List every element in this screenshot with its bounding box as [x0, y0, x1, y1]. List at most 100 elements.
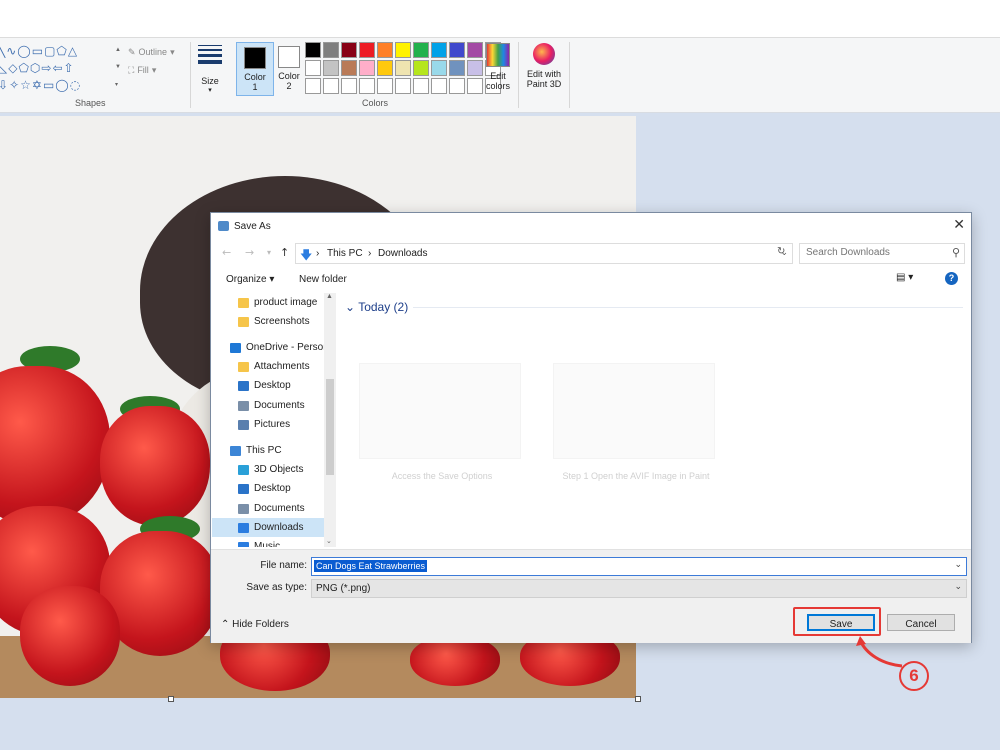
fill-button[interactable]: ⛶ Fill ▾ — [128, 61, 175, 79]
change-view-icon[interactable]: ▤ ▾ — [896, 272, 913, 283]
file-item[interactable]: Step 1 Open the AVIF Image in Paint — [553, 363, 719, 481]
help-icon[interactable]: ? — [945, 272, 958, 285]
size-button[interactable]: Size ▾ — [196, 42, 224, 94]
hexagon-shape-icon[interactable]: ⬡ — [30, 61, 40, 75]
line-shape-icon[interactable]: ╲ — [0, 44, 5, 58]
custom-color-slot[interactable] — [341, 78, 357, 94]
nav-item-desktop[interactable]: Desktop — [212, 479, 324, 498]
palette-swatch[interactable] — [467, 60, 483, 76]
nav-item-pictures[interactable]: Pictures — [212, 415, 324, 434]
search-input[interactable] — [800, 244, 952, 261]
nav-item-attachments[interactable]: Attachments — [212, 357, 324, 376]
color2-button[interactable]: Color 2 — [271, 42, 307, 94]
custom-color-slot[interactable] — [395, 78, 411, 94]
scroll-up-icon[interactable]: ▲ — [326, 293, 333, 300]
oval-callout-shape-icon[interactable]: ◯ — [55, 78, 68, 92]
outline-button[interactable]: ✎ Outline ▾ — [128, 43, 175, 61]
cloud-callout-shape-icon[interactable]: ◌ — [70, 78, 80, 92]
palette-swatch[interactable] — [377, 60, 393, 76]
palette-swatch[interactable] — [413, 42, 429, 58]
close-icon[interactable]: ✕ — [953, 217, 965, 233]
dialog-titlebar[interactable]: Save As ✕ — [211, 213, 971, 239]
nav-item-desktop[interactable]: Desktop — [212, 376, 324, 395]
palette-swatch[interactable] — [395, 42, 411, 58]
scroll-down-icon[interactable]: ⌄ — [326, 537, 332, 545]
oval-shape-icon[interactable]: ◯ — [17, 44, 30, 58]
polygon-shape-icon[interactable]: ⬠ — [56, 44, 66, 58]
palette-swatch[interactable] — [449, 60, 465, 76]
hide-folders-button[interactable]: ⌃ Hide Folders — [221, 619, 289, 630]
custom-color-slot[interactable] — [413, 78, 429, 94]
shapes-scroll-up-icon[interactable]: ▲ — [115, 47, 121, 53]
file-name-input[interactable]: Can Dogs Eat Strawberries ⌄ — [311, 557, 967, 576]
palette-swatch[interactable] — [395, 60, 411, 76]
six-point-star-shape-icon[interactable]: ✡ — [32, 78, 42, 92]
group-header[interactable]: ⌄ Today (2) — [345, 300, 408, 314]
nav-item-product-image[interactable]: product image — [212, 293, 324, 312]
custom-color-slot[interactable] — [377, 78, 393, 94]
shapes-expand-icon[interactable]: ▾ — [115, 81, 121, 88]
custom-color-slot[interactable] — [431, 78, 447, 94]
rectangle-shape-icon[interactable]: ▭ — [32, 44, 43, 58]
palette-swatch[interactable] — [359, 42, 375, 58]
back-arrow-icon[interactable]: ← — [222, 246, 231, 259]
diamond-shape-icon[interactable]: ◇ — [8, 61, 17, 75]
up-arrow-icon[interactable]: ↑ — [280, 246, 289, 259]
palette-swatch[interactable] — [467, 42, 483, 58]
refresh-icon[interactable]: ↻ — [777, 246, 785, 257]
color1-button[interactable]: Color 1 — [236, 42, 274, 96]
edit-colors-button[interactable]: Edit colors — [482, 42, 514, 91]
custom-color-slot[interactable] — [467, 78, 483, 94]
palette-swatch[interactable] — [449, 42, 465, 58]
nav-item-documents[interactable]: Documents — [212, 396, 324, 415]
custom-color-slot[interactable] — [449, 78, 465, 94]
scroll-thumb[interactable] — [326, 379, 334, 475]
down-arrow-shape-icon[interactable]: ⇩ — [0, 78, 8, 92]
palette-swatch[interactable] — [413, 60, 429, 76]
chevron-down-icon[interactable]: ⌄ — [954, 560, 962, 570]
address-bar[interactable]: 🡇 › This PC › Downloads ⌄ — [295, 243, 793, 264]
palette-swatch[interactable] — [341, 60, 357, 76]
rounded-rectangle-shape-icon[interactable]: ▢ — [44, 44, 55, 58]
palette-swatch[interactable] — [359, 60, 375, 76]
nav-scrollbar[interactable]: ▲ ⌄ — [324, 293, 336, 547]
up-arrow-shape-icon[interactable]: ⇧ — [64, 61, 74, 75]
resize-handle[interactable] — [635, 696, 641, 702]
palette-swatch[interactable] — [323, 42, 339, 58]
edit-with-paint3d-button[interactable]: Edit with Paint 3D — [521, 42, 567, 89]
file-item[interactable]: Access the Save Options — [359, 363, 525, 481]
nav-item-screenshots[interactable]: Screenshots — [212, 312, 324, 331]
shapes-scroll-down-icon[interactable]: ▼ — [115, 64, 121, 70]
new-folder-button[interactable]: New folder — [299, 274, 347, 285]
palette-swatch[interactable] — [323, 60, 339, 76]
palette-swatch[interactable] — [341, 42, 357, 58]
triangle-shape-icon[interactable]: △ — [68, 44, 77, 58]
shapes-gallery[interactable]: ╲ ∿ ◯ ▭ ▢ ⬠ △ ◺ ◇ ⬠ ⬡ ⇨ ⇦ ⇧ ⇩ ✧ ☆ ✡ ▭ ◯ … — [0, 42, 122, 94]
save-type-select[interactable]: PNG (*.png) ⌄ — [311, 579, 967, 598]
nav-item-this-pc[interactable]: This PC — [212, 441, 324, 460]
breadcrumb-downloads[interactable]: Downloads — [378, 248, 427, 259]
breadcrumb-this-pc[interactable]: This PC — [327, 248, 363, 259]
palette-swatch[interactable] — [431, 60, 447, 76]
nav-item-music[interactable]: Music — [212, 537, 324, 547]
palette-swatch[interactable] — [377, 42, 393, 58]
nav-item-documents[interactable]: Documents — [212, 499, 324, 518]
left-arrow-shape-icon[interactable]: ⇦ — [52, 61, 62, 75]
palette-swatch[interactable] — [305, 42, 321, 58]
five-point-star-shape-icon[interactable]: ☆ — [20, 78, 31, 92]
organize-button[interactable]: Organize ▾ — [226, 274, 274, 285]
nav-item-onedrive-person[interactable]: OneDrive - Person — [212, 338, 329, 357]
right-triangle-shape-icon[interactable]: ◺ — [0, 61, 7, 75]
nav-item-downloads[interactable]: Downloads — [212, 518, 324, 537]
palette-swatch[interactable] — [431, 42, 447, 58]
cancel-button[interactable]: Cancel — [887, 614, 955, 631]
custom-color-slot[interactable] — [323, 78, 339, 94]
curve-shape-icon[interactable]: ∿ — [6, 44, 16, 58]
nav-item-3d-objects[interactable]: 3D Objects — [212, 460, 324, 479]
custom-color-slot[interactable] — [359, 78, 375, 94]
resize-handle[interactable] — [168, 696, 174, 702]
forward-arrow-icon[interactable]: → — [245, 246, 254, 259]
recent-locations-icon[interactable]: ▾ — [267, 248, 271, 257]
callout-shape-icon[interactable]: ▭ — [43, 78, 54, 92]
pentagon-shape-icon[interactable]: ⬠ — [18, 61, 28, 75]
